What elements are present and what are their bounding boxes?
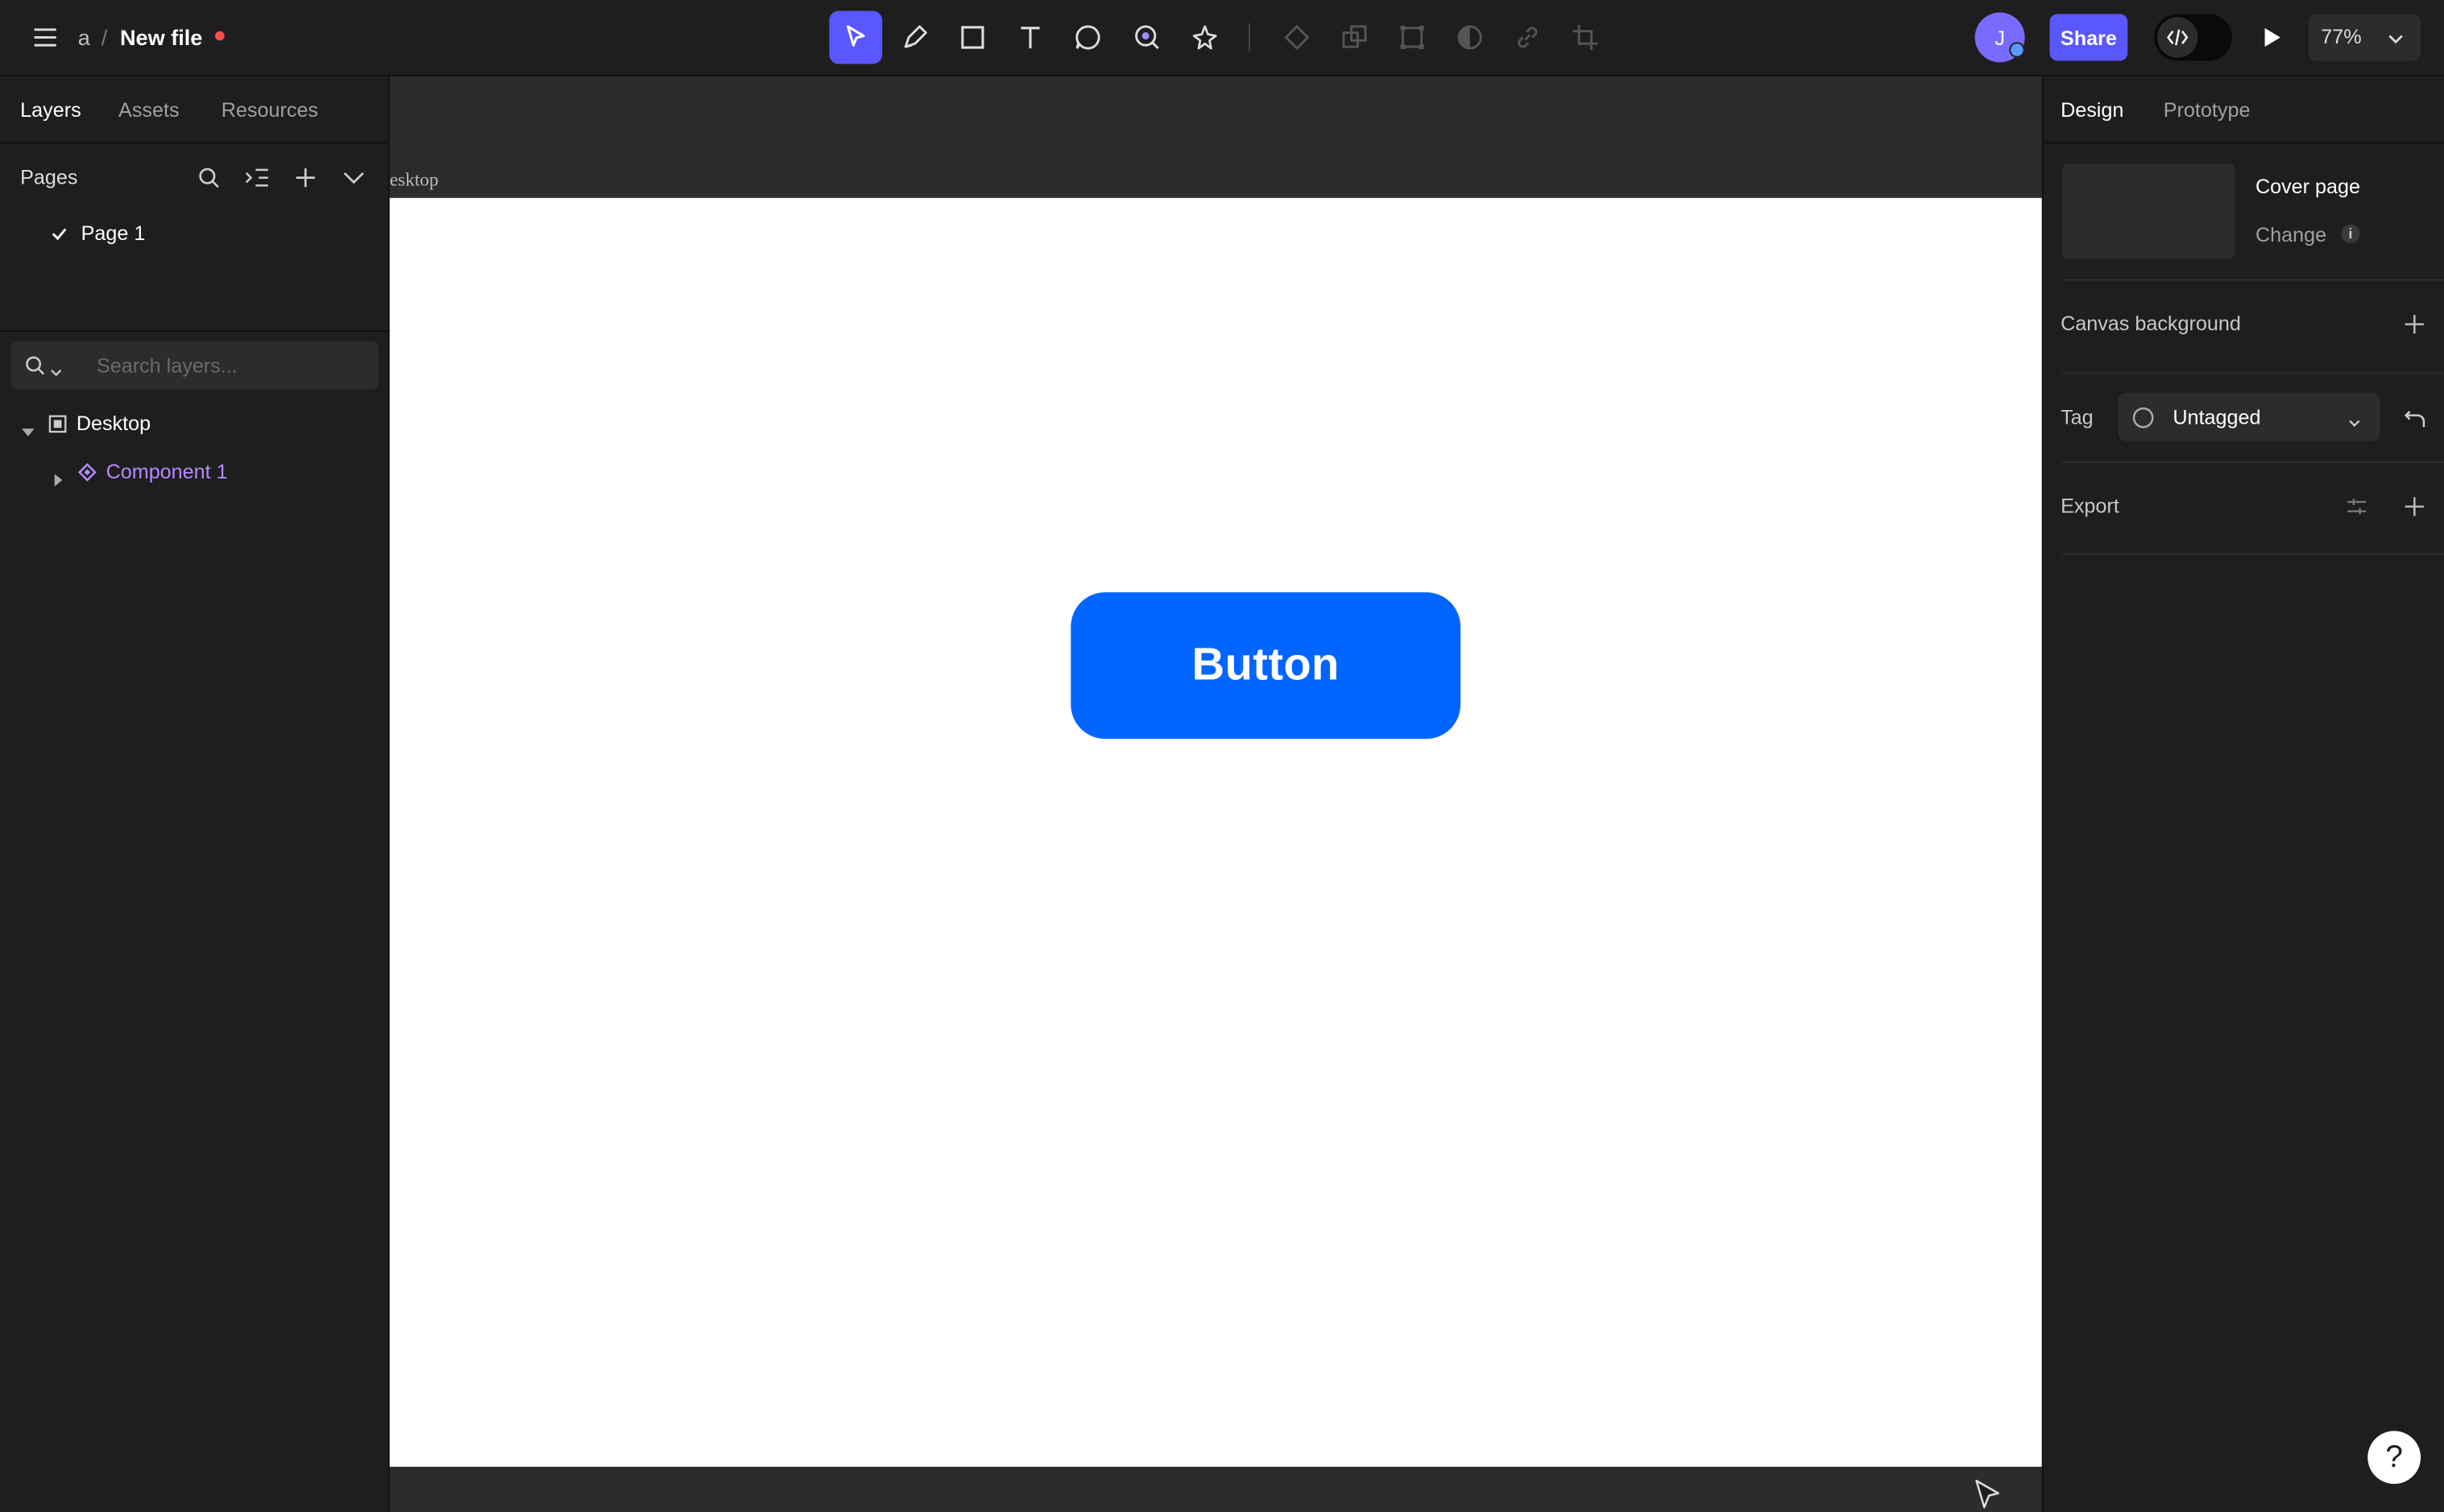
tab-assets[interactable]: Assets <box>118 98 179 122</box>
section-divider <box>2062 553 2444 555</box>
comment-tool-icon[interactable] <box>1069 19 1106 56</box>
tab-resources[interactable]: Resources <box>222 98 318 122</box>
project-name[interactable]: a <box>78 0 90 75</box>
search-placeholder: Search layers... <box>96 354 238 378</box>
tab-design[interactable]: Design <box>2061 98 2123 122</box>
zoom-dropdown[interactable]: 77% <box>2308 14 2421 61</box>
button-component-label: Button <box>1191 640 1340 690</box>
collapse-pages-icon[interactable] <box>338 162 370 193</box>
dev-mode-toggle[interactable] <box>2154 14 2232 61</box>
layer-label: Component 1 <box>106 459 228 483</box>
component-icon[interactable] <box>1278 19 1315 56</box>
link-icon[interactable] <box>1509 19 1546 56</box>
help-icon: ? <box>2385 1440 2403 1475</box>
desktop-frame[interactable] <box>389 197 2042 1467</box>
search-layers-field[interactable]: Search layers... <box>10 341 379 390</box>
top-toolbar: a / New file J Share 77% <box>0 0 2444 77</box>
export-label: Export <box>2061 494 2119 518</box>
canvas-background-label: Canvas background <box>2061 312 2241 336</box>
frame-icon <box>48 413 67 441</box>
pages-divider <box>0 330 388 333</box>
search-icon <box>25 355 45 383</box>
presence-indicator <box>2009 42 2025 58</box>
tab-layers[interactable]: Layers <box>20 98 81 122</box>
share-label: Share <box>2060 25 2117 49</box>
plugins-tool-icon[interactable] <box>1187 19 1224 56</box>
tag-circle-icon <box>2132 407 2154 437</box>
mask-icon[interactable] <box>1451 19 1488 56</box>
crop-icon[interactable] <box>1567 19 1604 56</box>
page-item-page-1[interactable]: Page 1 <box>0 217 388 251</box>
boolean-icon[interactable] <box>1336 19 1373 56</box>
unsaved-indicator <box>215 31 225 41</box>
add-background-icon[interactable] <box>2401 310 2429 338</box>
avatar-initial: J <box>1995 25 2005 49</box>
tag-label: Tag <box>2061 405 2094 429</box>
frame-label[interactable]: esktop <box>390 168 439 192</box>
search-pages-icon[interactable] <box>193 162 225 193</box>
zoom-value: 77% <box>2321 24 2362 48</box>
move-tool-icon[interactable] <box>829 10 883 64</box>
layer-label: Desktop <box>76 411 151 435</box>
add-export-icon[interactable] <box>2401 492 2429 520</box>
add-page-icon[interactable] <box>290 162 321 193</box>
checkmark-icon <box>50 223 68 251</box>
tabs-divider <box>0 142 388 144</box>
frame-transform-icon[interactable] <box>1394 19 1431 56</box>
cursor-icon <box>1972 1477 2003 1512</box>
pages-title: Pages <box>20 165 78 189</box>
share-button[interactable]: Share <box>2049 14 2128 61</box>
cover-page-title: Cover page <box>2255 174 2361 198</box>
toolbar-divider <box>1248 23 1250 52</box>
page-label: Page 1 <box>81 221 146 245</box>
tag-dropdown[interactable]: Untagged <box>2118 392 2380 441</box>
layer-row-desktop[interactable]: Desktop <box>0 407 388 441</box>
cover-thumbnail[interactable] <box>2062 164 2235 259</box>
section-divider <box>2062 461 2444 463</box>
tab-prototype[interactable]: Prototype <box>2164 98 2251 122</box>
component-icon <box>77 462 97 490</box>
caret-down-icon[interactable] <box>22 418 35 446</box>
chevron-down-icon <box>50 358 62 387</box>
export-settings-icon[interactable] <box>2343 492 2371 520</box>
present-play-icon[interactable] <box>2252 19 2289 56</box>
cover-change-link[interactable]: Change <box>2256 223 2326 246</box>
breadcrumb-separator: / <box>101 24 108 50</box>
app-window: a / New file J Share 77% Layers Assets R… <box>0 0 2444 1512</box>
section-divider <box>2062 279 2444 281</box>
file-name[interactable]: New file <box>120 0 202 75</box>
reset-tag-icon[interactable] <box>2401 404 2429 432</box>
menu-icon[interactable] <box>28 20 63 55</box>
tabs-divider <box>2043 142 2444 144</box>
code-icon <box>2157 17 2198 58</box>
tag-value: Untagged <box>2173 405 2261 429</box>
section-divider <box>2062 372 2444 375</box>
chevron-down-icon <box>2347 410 2361 438</box>
help-button[interactable]: ? <box>2367 1431 2421 1485</box>
caret-right-icon[interactable] <box>52 466 64 495</box>
button-component[interactable]: Button <box>1071 592 1461 739</box>
left-sidebar: Layers Assets Resources Pages Page 1 Sea… <box>0 76 390 1512</box>
right-sidebar: Design Prototype Cover page Change i Can… <box>2041 76 2444 1512</box>
page-list-icon[interactable] <box>242 162 273 193</box>
pen-tool-icon[interactable] <box>897 19 934 56</box>
text-tool-icon[interactable] <box>1012 19 1049 56</box>
rectangle-tool-icon[interactable] <box>954 19 991 56</box>
ai-tool-icon[interactable] <box>1129 19 1166 56</box>
info-icon[interactable]: i <box>2341 224 2360 243</box>
layer-row-component-1[interactable]: Component 1 <box>0 455 388 490</box>
chevron-down-icon <box>2386 28 2405 56</box>
